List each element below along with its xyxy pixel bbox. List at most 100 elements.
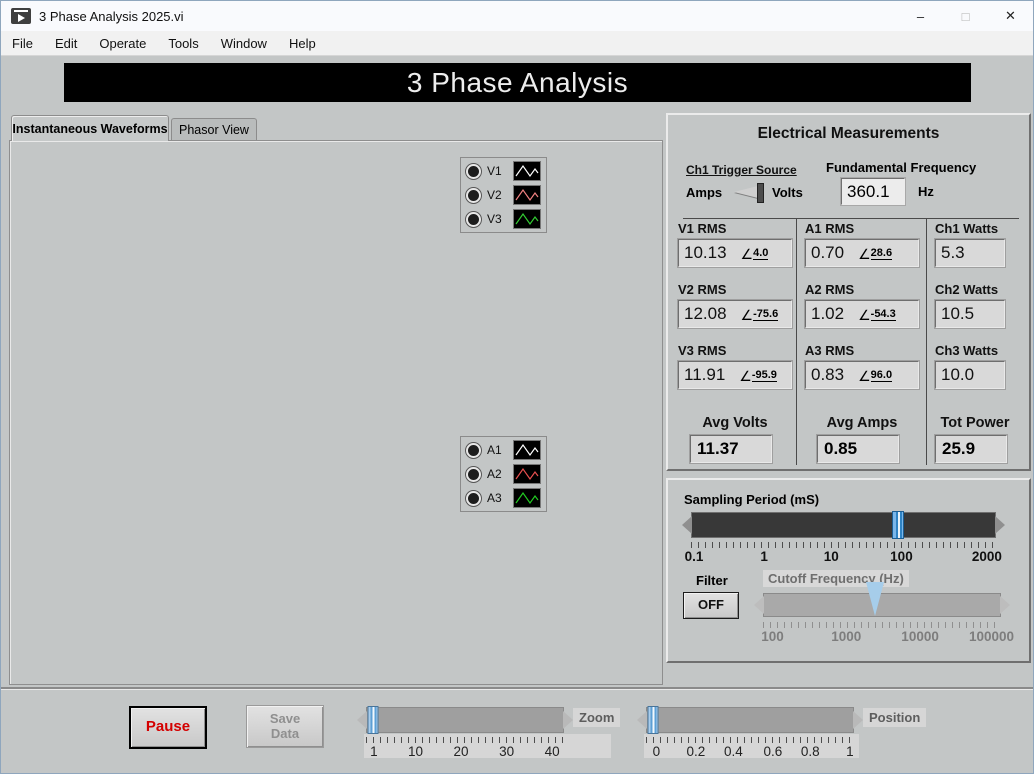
watts-indicator: Ch3 Watts 10.0 bbox=[935, 343, 1005, 404]
zoom-slider[interactable] bbox=[357, 706, 573, 734]
plot-visible-led-icon[interactable] bbox=[466, 466, 481, 482]
legend-plot-glyph-icon[interactable] bbox=[513, 161, 541, 181]
slider-right-arrow-icon[interactable] bbox=[995, 516, 1005, 534]
menu-item[interactable]: Edit bbox=[44, 31, 88, 55]
legend-item-V3[interactable]: V3 bbox=[466, 209, 541, 229]
rms-value: 0.70 bbox=[811, 243, 845, 262]
plot-visible-led-icon[interactable] bbox=[466, 163, 481, 179]
pause-button[interactable]: Pause bbox=[129, 706, 207, 749]
angle-icon: ∠ bbox=[858, 306, 871, 323]
cutoff-frequency-slider[interactable] bbox=[754, 582, 1010, 617]
legend-item-A3[interactable]: A3 bbox=[466, 488, 541, 508]
indicator-label: V1 RMS bbox=[678, 221, 727, 236]
menu-bar: File Edit Operate Tools Window Help bbox=[1, 31, 1033, 56]
legend-label: A2 bbox=[487, 467, 502, 481]
legend-plot-glyph-icon[interactable] bbox=[513, 464, 541, 484]
minimize-button[interactable]: – bbox=[898, 1, 943, 31]
sampling-period-handle[interactable] bbox=[892, 511, 905, 539]
rms-value: 0.83 bbox=[811, 365, 845, 384]
fundamental-frequency-label: Fundamental Frequency bbox=[826, 160, 977, 175]
watts-indicator: Ch2 Watts 10.5 bbox=[935, 282, 1005, 343]
slider-right-arrow-icon[interactable] bbox=[563, 711, 573, 729]
sampling-scale-label: 10 bbox=[823, 549, 839, 564]
legend-label: V3 bbox=[487, 212, 502, 226]
plot-visible-led-icon[interactable] bbox=[466, 187, 481, 203]
indicator-label: Ch2 Watts bbox=[935, 282, 999, 297]
cutoff-scale-label: 100000 bbox=[968, 629, 1014, 644]
switch-lever-icon[interactable] bbox=[734, 186, 758, 198]
avg-volts-indicator: Avg Volts 11.37 bbox=[678, 407, 792, 463]
electrical-measurements-panel: Electrical Measurements Ch1 Trigger Sour… bbox=[666, 113, 1031, 471]
current-rms-indicator: A2 RMS 1.02 ∠ -54.3 bbox=[805, 282, 919, 343]
tab-phasor-view[interactable]: Phasor View bbox=[171, 118, 257, 141]
tab-page bbox=[9, 140, 663, 685]
cutoff-scale-label: 1000 bbox=[831, 629, 862, 644]
position-label: Position bbox=[863, 708, 927, 727]
plot-visible-led-icon[interactable] bbox=[466, 211, 481, 227]
legend-label: V1 bbox=[487, 164, 502, 178]
legend-item-V1[interactable]: V1 bbox=[466, 161, 541, 181]
plot-visible-led-icon[interactable] bbox=[466, 490, 481, 506]
menu-item[interactable]: Tools bbox=[157, 31, 209, 55]
hz-unit-label: Hz bbox=[918, 184, 934, 199]
slider-left-arrow-icon[interactable] bbox=[357, 711, 367, 729]
window-controls: – □ ✕ bbox=[898, 1, 1033, 31]
trigger-source-amps-label: Amps bbox=[686, 185, 723, 200]
legend-plot-glyph-icon[interactable] bbox=[513, 488, 541, 508]
angle-icon: ∠ bbox=[858, 367, 871, 384]
legend-plot-glyph-icon[interactable] bbox=[513, 209, 541, 229]
position-scale-label: 1 bbox=[846, 744, 854, 759]
angle-icon: ∠ bbox=[740, 245, 754, 262]
voltage-rms-indicator: V2 RMS 12.08 ∠ -75.6 bbox=[678, 282, 792, 343]
indicator-value-box: 0.83 ∠ 96.0 bbox=[805, 361, 919, 389]
divider bbox=[1, 687, 1033, 690]
position-handle[interactable] bbox=[647, 706, 659, 734]
legend-item-A1[interactable]: A1 bbox=[466, 440, 541, 460]
slider-right-arrow-icon[interactable] bbox=[1000, 596, 1010, 614]
switch-knob-icon[interactable] bbox=[757, 183, 764, 203]
divider bbox=[796, 218, 797, 465]
save-data-button[interactable]: Save Data bbox=[246, 705, 324, 748]
menu-item[interactable]: Operate bbox=[88, 31, 157, 55]
fundamental-frequency-value: 360.1 bbox=[841, 178, 905, 205]
close-button[interactable]: ✕ bbox=[988, 1, 1033, 31]
phase-angle: ∠ 4.0 bbox=[740, 245, 769, 262]
rms-value: 10.13 bbox=[684, 243, 727, 262]
tot-power-label: Tot Power bbox=[940, 415, 1010, 431]
zoom-handle[interactable] bbox=[367, 706, 379, 734]
legend-item-V2[interactable]: V2 bbox=[466, 185, 541, 205]
filter-off-button[interactable]: OFF bbox=[683, 592, 739, 619]
trigger-source-switch[interactable] bbox=[732, 183, 770, 203]
slider-left-arrow-icon[interactable] bbox=[637, 711, 647, 729]
position-slider[interactable] bbox=[637, 706, 863, 734]
zoom-scale-label: 1 bbox=[370, 744, 378, 759]
tab-instantaneous-waveforms[interactable]: Instantaneous Waveforms bbox=[11, 115, 169, 141]
menu-item[interactable]: Window bbox=[210, 31, 278, 55]
plot-visible-led-icon[interactable] bbox=[466, 442, 481, 458]
legend-item-A2[interactable]: A2 bbox=[466, 464, 541, 484]
slider-left-arrow-icon[interactable] bbox=[754, 596, 764, 614]
slider-left-arrow-icon[interactable] bbox=[682, 516, 692, 534]
zoom-scale-label: 40 bbox=[544, 744, 560, 759]
maximize-button[interactable]: □ bbox=[943, 1, 988, 31]
legend-plot-glyph-icon[interactable] bbox=[513, 440, 541, 460]
menu-item[interactable]: File bbox=[1, 31, 44, 55]
cutoff-frequency-handle[interactable] bbox=[865, 582, 884, 616]
zoom-label: Zoom bbox=[573, 708, 621, 727]
menu-item[interactable]: Help bbox=[278, 31, 327, 55]
indicator-label: A1 RMS bbox=[805, 221, 855, 236]
slider-right-arrow-icon[interactable] bbox=[853, 711, 863, 729]
minor-ticks bbox=[366, 737, 564, 743]
phase-angle: ∠ 96.0 bbox=[858, 367, 893, 384]
phase-angle: ∠ -75.6 bbox=[740, 306, 779, 323]
indicator-value-box: 5.3 bbox=[935, 239, 1005, 267]
position-scale-label: 0 bbox=[652, 744, 661, 759]
cutoff-scale-label: 100 bbox=[761, 629, 784, 644]
legend-label: A1 bbox=[487, 443, 502, 457]
legend-plot-glyph-icon[interactable] bbox=[513, 185, 541, 205]
sampling-period-slider[interactable] bbox=[682, 511, 1005, 539]
divider bbox=[683, 218, 1019, 219]
indicator-value-box: 1.02 ∠ -54.3 bbox=[805, 300, 919, 328]
banner: 3 Phase Analysis bbox=[64, 63, 971, 102]
sampling-panel: Sampling Period (mS) 0.1 1 10 100 2000 Filte… bbox=[666, 478, 1031, 663]
